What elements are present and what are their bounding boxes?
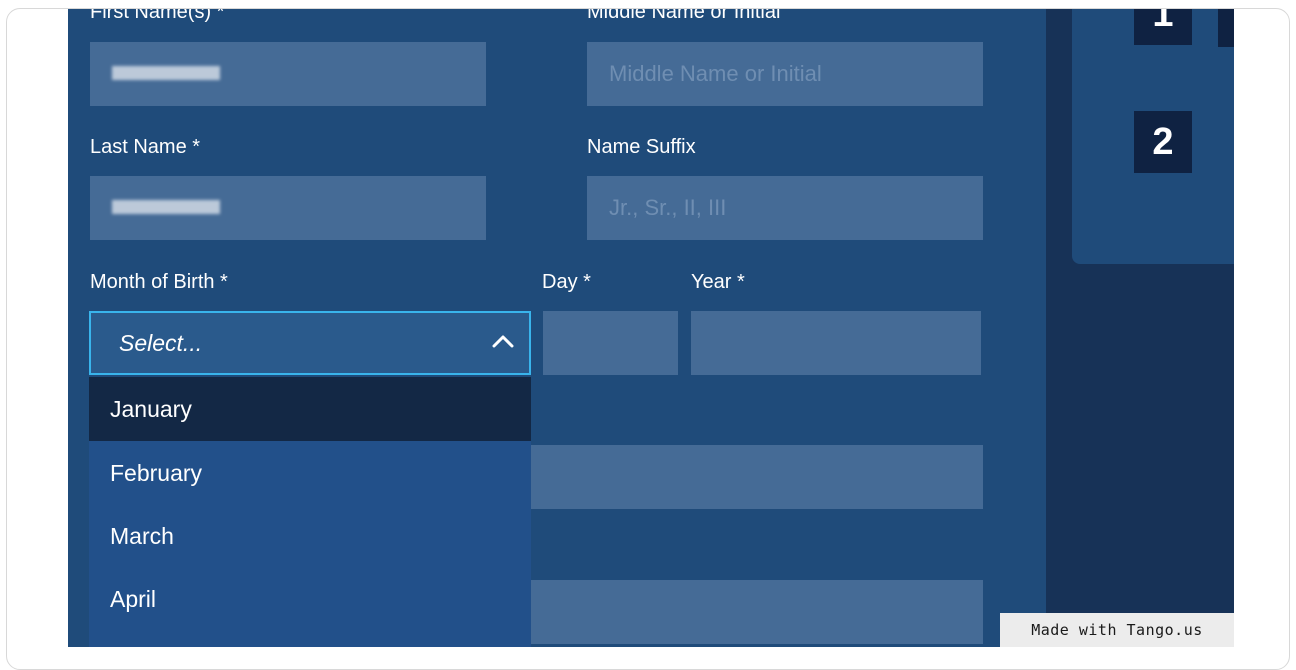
step-indicator-partial <box>1218 9 1234 47</box>
last-name-label: Last Name * <box>90 136 201 158</box>
redacted-value <box>112 66 220 80</box>
month-select-placeholder: Select... <box>119 330 203 356</box>
middle-name-input[interactable]: Middle Name or Initial <box>587 42 983 106</box>
year-input[interactable] <box>691 311 981 375</box>
last-name-input[interactable] <box>90 176 486 240</box>
form-screen: 1 2 First Name(s) * Middle Name or Initi… <box>68 9 1234 647</box>
month-option-february[interactable]: February <box>89 441 531 505</box>
month-option-april[interactable]: April <box>89 567 531 631</box>
first-name-label: First Name(s) * <box>90 9 225 23</box>
step-2-indicator: 2 <box>1134 111 1192 173</box>
step-1-number: 1 <box>1152 9 1174 35</box>
middle-name-label: Middle Name or Initial <box>587 9 781 23</box>
month-option-march[interactable]: March <box>89 504 531 568</box>
month-option-january[interactable]: January <box>89 377 531 441</box>
first-name-input[interactable] <box>90 42 486 106</box>
step-1-indicator: 1 <box>1134 9 1192 45</box>
month-of-birth-label: Month of Birth * <box>90 271 228 293</box>
chevron-up-icon <box>492 335 514 348</box>
day-input[interactable] <box>543 311 678 375</box>
name-suffix-placeholder: Jr., Sr., II, III <box>609 195 727 220</box>
month-select[interactable]: Select... <box>89 311 531 375</box>
name-suffix-input[interactable]: Jr., Sr., II, III <box>587 176 983 240</box>
redacted-value <box>112 200 220 214</box>
middle-name-placeholder: Middle Name or Initial <box>609 61 822 86</box>
tango-watermark: Made with Tango.us <box>1000 613 1234 647</box>
step-2-number: 2 <box>1152 121 1174 163</box>
name-suffix-label: Name Suffix <box>587 136 696 158</box>
month-dropdown-list: January February March April <box>89 377 531 647</box>
steps-card: 1 2 <box>1072 9 1234 264</box>
day-label: Day * <box>542 271 591 293</box>
year-label: Year * <box>691 271 745 293</box>
